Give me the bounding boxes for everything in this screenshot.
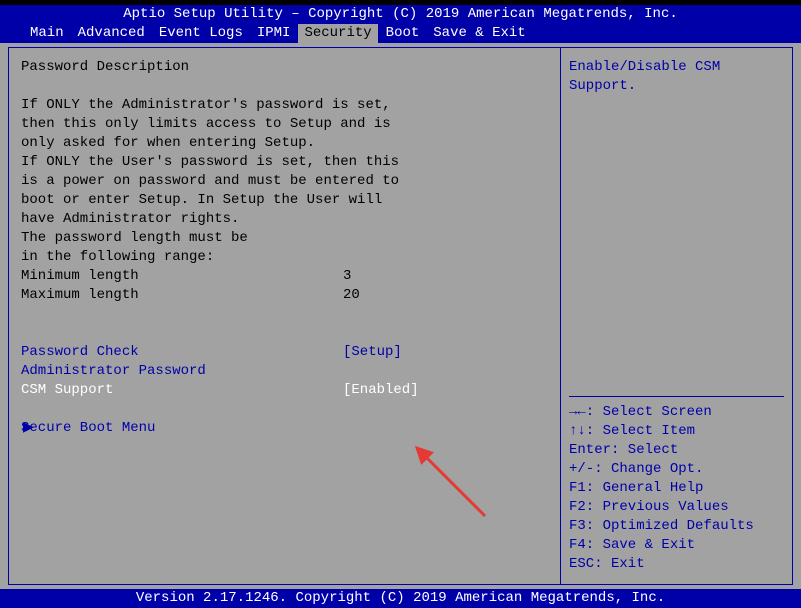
footer-text: Version 2.17.1246. Copyright (C) 2019 Am… [136,590,665,606]
desc-line: boot or enter Setup. In Setup the User w… [21,191,548,210]
item-help-text: Enable/Disable CSM Support. [569,58,784,96]
menu-boot[interactable]: Boot [380,24,426,43]
app-title: Aptio Setup Utility – Copyright (C) 2019… [123,6,678,22]
csm-support-item[interactable]: CSM Support [21,381,343,400]
key-hint: ↑↓: Select Item [569,422,784,441]
key-hint: F3: Optimized Defaults [569,517,784,536]
desc-line: If ONLY the User's password is set, then… [21,153,548,172]
desc-line: then this only limits access to Setup an… [21,115,548,134]
title-bar: Aptio Setup Utility – Copyright (C) 2019… [0,5,801,24]
desc-line: in the following range: [21,248,548,267]
submenu-caret-icon: ▶ [23,419,34,438]
key-hint: F1: General Help [569,479,784,498]
key-legend: →←: Select Screen ↑↓: Select Item Enter:… [569,403,784,574]
menu-bar: Main Advanced Event Logs IPMI Security B… [0,24,801,43]
separator [569,396,784,397]
administrator-password-item[interactable]: Administrator Password [21,363,206,379]
footer-bar: Version 2.17.1246. Copyright (C) 2019 Am… [0,589,801,608]
password-check-item[interactable]: Password Check [21,343,343,362]
desc-line: The password length must be [21,229,548,248]
csm-support-value[interactable]: [Enabled] [343,381,419,400]
desc-line: If ONLY the Administrator's password is … [21,96,548,115]
desc-line: is a power on password and must be enter… [21,172,548,191]
key-hint: →←: Select Screen [569,403,784,422]
password-check-value[interactable]: [Setup] [343,343,402,362]
key-hint: Enter: Select [569,441,784,460]
desc-line: only asked for when entering Setup. [21,134,548,153]
min-length-label: Minimum length [21,267,343,286]
annotation-arrow-icon [407,438,497,528]
key-hint: ESC: Exit [569,555,784,574]
menu-advanced[interactable]: Advanced [72,24,151,43]
menu-security[interactable]: Security [298,24,377,43]
bios-screen: Aptio Setup Utility – Copyright (C) 2019… [0,5,801,596]
password-description-heading: Password Description [21,58,548,77]
main-panel: Password Description If ONLY the Adminis… [9,48,560,584]
menu-save-exit[interactable]: Save & Exit [427,24,531,43]
key-hint: F4: Save & Exit [569,536,784,555]
help-panel: Enable/Disable CSM Support. →←: Select S… [560,48,792,584]
desc-line: have Administrator rights. [21,210,548,229]
min-length-value: 3 [343,267,351,286]
menu-main[interactable]: Main [24,24,70,43]
content-frame: Password Description If ONLY the Adminis… [8,47,793,585]
key-hint: +/-: Change Opt. [569,460,784,479]
key-hint: F2: Previous Values [569,498,784,517]
menu-event-logs[interactable]: Event Logs [153,24,249,43]
max-length-value: 20 [343,286,360,305]
max-length-label: Maximum length [21,286,343,305]
secure-boot-menu-item[interactable]: Secure Boot Menu [21,420,155,436]
menu-ipmi[interactable]: IPMI [251,24,297,43]
